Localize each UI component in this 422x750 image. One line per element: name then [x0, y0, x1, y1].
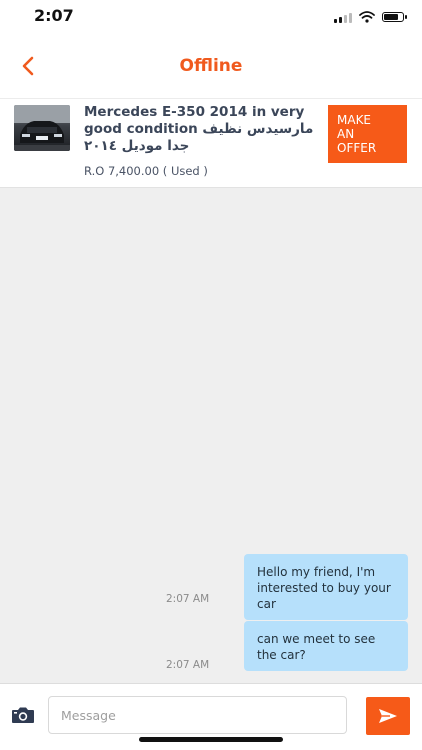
send-icon	[379, 709, 397, 723]
status-bar: 2:07	[0, 0, 422, 34]
send-button[interactable]	[366, 697, 410, 735]
listing-title: Mercedes E-350 2014 in very good conditi…	[84, 104, 314, 154]
wifi-icon	[359, 11, 375, 23]
message-bubble: can we meet to see the car?	[244, 621, 408, 671]
message-time: 2:07 AM	[166, 659, 210, 671]
camera-icon	[12, 707, 34, 723]
home-indicator	[139, 737, 283, 742]
camera-button[interactable]	[11, 706, 35, 724]
status-time: 2:07	[34, 6, 74, 25]
listing-card[interactable]: Mercedes E-350 2014 in very good conditi…	[0, 98, 422, 188]
message-text: can we meet to see the car?	[257, 632, 376, 662]
signal-icon	[334, 12, 352, 23]
chat-area: Hello my friend, I'm interested to buy y…	[0, 189, 422, 683]
message-time: 2:07 AM	[166, 593, 210, 605]
car-thumbnail	[14, 105, 70, 151]
message-bubble: Hello my friend, I'm interested to buy y…	[244, 554, 408, 620]
nav-bar: Offline	[0, 34, 422, 98]
message-input[interactable]	[48, 696, 347, 734]
status-icons	[334, 11, 407, 23]
message-text: Hello my friend, I'm interested to buy y…	[257, 565, 391, 611]
page-title: Offline	[179, 56, 243, 76]
battery-icon	[382, 12, 407, 22]
make-offer-button[interactable]: MAKE AN OFFER	[328, 105, 407, 163]
listing-price: R.O 7,400.00 ( Used )	[84, 164, 208, 178]
